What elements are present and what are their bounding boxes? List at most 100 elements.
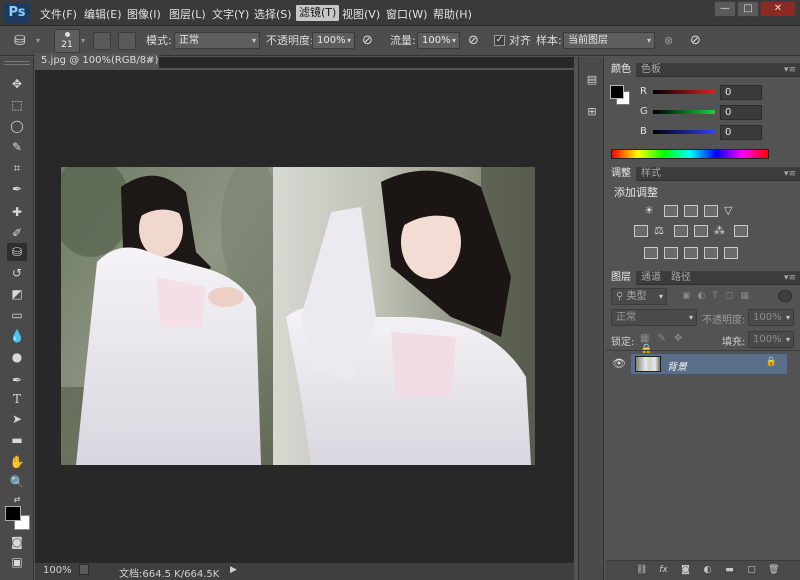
link-layers-icon[interactable]: ⛓ xyxy=(636,565,647,575)
healing-brush-tool-icon[interactable]: ✚ xyxy=(7,203,27,221)
image-canvas[interactable] xyxy=(61,167,535,465)
posterize-icon[interactable] xyxy=(664,247,678,259)
menu-image[interactable]: 图像(I) xyxy=(127,6,161,22)
panel-menu-icon[interactable]: ▾≡ xyxy=(784,63,796,77)
hue-saturation-icon[interactable] xyxy=(634,225,648,237)
pressure-opacity-icon[interactable]: ⊘ xyxy=(362,31,373,51)
type-tool-icon[interactable]: T xyxy=(7,390,27,408)
vibrance-icon[interactable]: ▽ xyxy=(724,205,738,217)
tab-channels[interactable]: 通道 xyxy=(636,271,666,285)
properties-panel-icon[interactable]: ⊞ xyxy=(583,103,601,121)
menu-select[interactable]: 选择(S) xyxy=(254,6,292,22)
chevron-down-icon[interactable]: ▾ xyxy=(36,31,40,51)
zoom-level[interactable]: 100% xyxy=(43,565,72,576)
layer-row-background[interactable]: 背景 🔒 xyxy=(630,353,788,375)
menu-file[interactable]: 文件(F) xyxy=(40,6,77,22)
gradient-tool-icon[interactable]: ▭ xyxy=(7,306,27,324)
menu-help[interactable]: 帮助(H) xyxy=(433,6,472,22)
foreground-color-swatch[interactable] xyxy=(610,85,624,99)
tab-paths[interactable]: 路径 xyxy=(666,271,696,285)
exposure-icon[interactable] xyxy=(704,205,718,217)
dodge-tool-icon[interactable]: ● xyxy=(7,348,27,366)
shape-tool-icon[interactable]: ▬ xyxy=(7,431,27,449)
clone-stamp-tool-icon[interactable]: ⛁ xyxy=(14,31,26,51)
new-layer-icon[interactable]: ▢ xyxy=(746,565,757,575)
path-selection-tool-icon[interactable]: ➤ xyxy=(7,410,27,428)
filter-toggle-icon[interactable] xyxy=(778,290,792,302)
minimize-button[interactable]: — xyxy=(714,1,736,17)
pen-tool-icon[interactable]: ✒ xyxy=(7,371,27,389)
brush-panel-icon[interactable] xyxy=(93,32,111,50)
move-tool-icon[interactable]: ✥ xyxy=(7,75,27,93)
flow-input[interactable]: 100% ▾ xyxy=(417,32,460,49)
clone-stamp-tool-icon[interactable]: ⛁ xyxy=(7,243,27,261)
brush-preset-picker[interactable]: 21 xyxy=(54,29,80,53)
tab-layers[interactable]: 图层 xyxy=(606,271,636,285)
document-tab[interactable]: 5.jpg @ 100%(RGB/8#) × xyxy=(35,53,159,68)
invert-icon[interactable] xyxy=(644,247,658,259)
sample-select[interactable]: 当前图层 ▾ xyxy=(563,32,655,49)
selective-color-icon[interactable] xyxy=(704,247,718,259)
color-balance-icon[interactable]: ⚖ xyxy=(654,225,668,237)
quick-selection-tool-icon[interactable]: ✎ xyxy=(7,138,27,156)
menu-view[interactable]: 视图(V) xyxy=(342,6,380,22)
clone-source-panel-icon[interactable] xyxy=(118,32,136,50)
status-options-icon[interactable] xyxy=(79,564,89,575)
curves-icon[interactable] xyxy=(684,205,698,217)
black-white-icon[interactable] xyxy=(674,225,688,237)
gradient-map-icon[interactable] xyxy=(724,247,738,259)
close-button[interactable]: ✕ xyxy=(760,1,796,17)
restore-button[interactable]: □ xyxy=(737,1,759,17)
panel-menu-icon[interactable]: ▾≡ xyxy=(784,167,796,181)
brightness-contrast-icon[interactable]: ☀ xyxy=(644,205,658,217)
quick-mask-icon[interactable]: ◙ xyxy=(7,533,27,551)
hand-tool-icon[interactable]: ✋ xyxy=(7,453,27,471)
marquee-tool-icon[interactable]: ⬚ xyxy=(7,96,27,114)
mode-select[interactable]: 正常 ▾ xyxy=(174,32,260,49)
threshold-icon[interactable] xyxy=(684,247,698,259)
tab-styles[interactable]: 样式 xyxy=(636,167,666,181)
green-value-input[interactable]: 0 xyxy=(720,105,762,120)
airbrush-icon[interactable]: ⊘ xyxy=(468,31,479,51)
menu-layer[interactable]: 图层(L) xyxy=(169,6,206,22)
new-group-icon[interactable]: ▬ xyxy=(724,565,735,575)
lasso-tool-icon[interactable]: ◯ xyxy=(7,117,27,135)
green-slider[interactable] xyxy=(653,110,715,114)
layer-filter-select[interactable]: ⚲ 类型 ▾ xyxy=(611,288,667,305)
menu-filter[interactable]: 滤镜(T) xyxy=(296,5,340,21)
crop-tool-icon[interactable]: ⌗ xyxy=(7,159,27,177)
screen-mode-icon[interactable]: ▣ xyxy=(7,553,27,571)
layer-opacity-input[interactable]: 100% ▾ xyxy=(748,309,794,326)
eyedropper-tool-icon[interactable]: ✒ xyxy=(7,180,27,198)
lock-icons[interactable]: ▦✎✥🔒 xyxy=(640,333,710,355)
zoom-tool-icon[interactable]: 🔍 xyxy=(7,473,27,491)
channel-mixer-icon[interactable]: ⁂ xyxy=(714,225,728,237)
panel-menu-icon[interactable]: ▾≡ xyxy=(784,271,796,285)
fill-input[interactable]: 100% ▾ xyxy=(748,331,794,348)
blend-mode-select[interactable]: 正常 ▾ xyxy=(611,309,697,326)
layer-style-icon[interactable]: fx xyxy=(658,565,669,575)
status-menu-arrow-icon[interactable]: ▶ xyxy=(230,565,237,575)
color-spectrum-ramp[interactable] xyxy=(611,149,769,159)
history-panel-icon[interactable]: ▤ xyxy=(583,71,601,89)
blue-slider[interactable] xyxy=(653,130,715,134)
brush-tool-icon[interactable]: ✐ xyxy=(7,224,27,242)
pressure-size-icon[interactable]: ⊘ xyxy=(690,31,701,51)
delete-layer-icon[interactable]: 🗑 xyxy=(768,565,779,575)
ignore-adjustment-layers-icon[interactable]: ⊗ xyxy=(664,31,673,51)
eraser-tool-icon[interactable]: ◩ xyxy=(7,285,27,303)
close-icon[interactable]: × xyxy=(146,53,154,68)
chevron-down-icon[interactable]: ▾ xyxy=(81,31,85,51)
menu-window[interactable]: 窗口(W) xyxy=(386,6,427,22)
new-adjustment-layer-icon[interactable]: ◐ xyxy=(702,565,713,575)
history-brush-tool-icon[interactable]: ↺ xyxy=(7,264,27,282)
aligned-checkbox[interactable]: ✓ xyxy=(494,35,505,46)
menu-type[interactable]: 文字(Y) xyxy=(212,6,249,22)
add-mask-icon[interactable]: ◙ xyxy=(680,565,691,575)
visibility-eye-icon[interactable]: 👁 xyxy=(612,357,626,370)
layer-filter-icons[interactable]: ▣◐T▢▦ xyxy=(682,291,772,302)
layer-name[interactable]: 背景 xyxy=(667,358,687,373)
photo-filter-icon[interactable] xyxy=(694,225,708,237)
foreground-color-swatch[interactable] xyxy=(5,506,21,521)
red-slider[interactable] xyxy=(653,90,715,94)
